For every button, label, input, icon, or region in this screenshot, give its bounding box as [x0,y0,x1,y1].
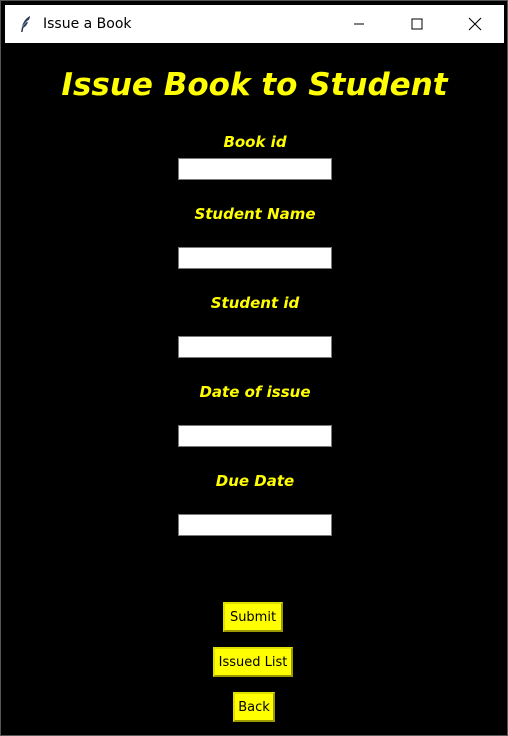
back-button[interactable]: Back [233,692,275,722]
close-button[interactable] [446,5,504,43]
maximize-icon [411,18,423,30]
student-name-input[interactable] [178,247,332,269]
student-name-label: Student Name [194,205,316,223]
page-title: Issue Book to Student [61,67,448,103]
student-id-label: Student id [210,294,300,312]
issued-list-button[interactable]: Issued List [213,647,293,677]
maximize-button[interactable] [388,5,446,43]
book-id-input[interactable] [178,158,332,180]
app-window: Issue a Book Issue Book to Student Book … [0,0,508,736]
minimize-icon [354,23,364,25]
title-bar[interactable]: Issue a Book [5,5,504,43]
close-icon [468,17,482,31]
due-date-input[interactable] [178,514,332,536]
feather-icon [17,15,35,33]
submit-button[interactable]: Submit [223,602,283,632]
form-panel: Issue Book to Student Book id Student Na… [5,43,504,731]
minimize-button[interactable] [330,5,388,43]
date-of-issue-label: Date of issue [199,383,311,401]
window-title: Issue a Book [43,16,132,32]
date-of-issue-input[interactable] [178,425,332,447]
due-date-label: Due Date [215,472,295,490]
book-id-label: Book id [223,133,287,151]
student-id-input[interactable] [178,336,332,358]
